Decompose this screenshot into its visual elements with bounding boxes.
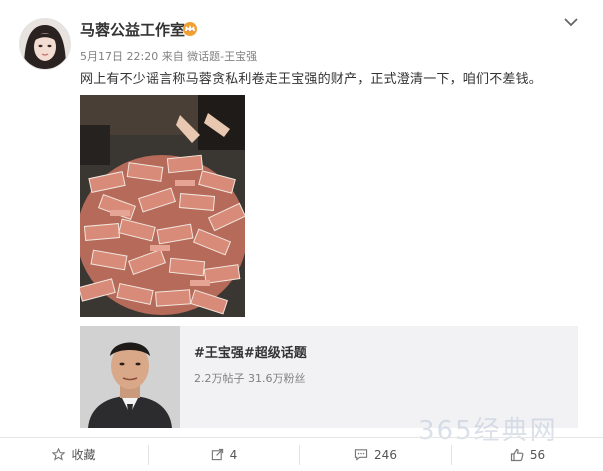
favorite-label: 收藏	[71, 448, 96, 462]
topic-title[interactable]: #王宝强#超级话题	[194, 342, 307, 361]
post-text: 网上有不少谣言称马蓉贪私利卷走王宝强的财产，正式澄清一下，咱们不差钱。	[80, 72, 543, 87]
action-bar: 收藏 4 246 56	[0, 437, 603, 471]
weibo-post-card: 马蓉公益工作室 5月17日 22:20 来自 微话题-王宝强 网上有不少谣言称马…	[0, 0, 603, 470]
post-meta: 5月17日 22:20 来自 微话题-王宝强	[80, 50, 258, 63]
comment-bubble-icon	[354, 449, 368, 461]
vip-crown-icon	[183, 22, 197, 36]
post-image[interactable]	[80, 95, 245, 317]
author-name[interactable]: 马蓉公益工作室	[80, 19, 185, 40]
repost-count: 4	[229, 447, 238, 462]
comment-count: 246	[374, 447, 397, 462]
topic-image	[80, 326, 180, 428]
share-arrow-icon	[211, 448, 223, 461]
chevron-down-icon[interactable]	[563, 16, 579, 28]
thumb-up-icon	[510, 448, 524, 461]
repost-button[interactable]: 4	[149, 438, 299, 471]
like-button[interactable]: 56	[452, 438, 603, 471]
comment-button[interactable]: 246	[300, 438, 451, 471]
topic-stats: 2.2万帖子 31.6万粉丝	[194, 372, 306, 385]
star-icon	[52, 448, 66, 461]
author-avatar[interactable]	[19, 18, 71, 70]
favorite-button[interactable]: 收藏	[0, 438, 148, 471]
like-count: 56	[529, 447, 546, 462]
